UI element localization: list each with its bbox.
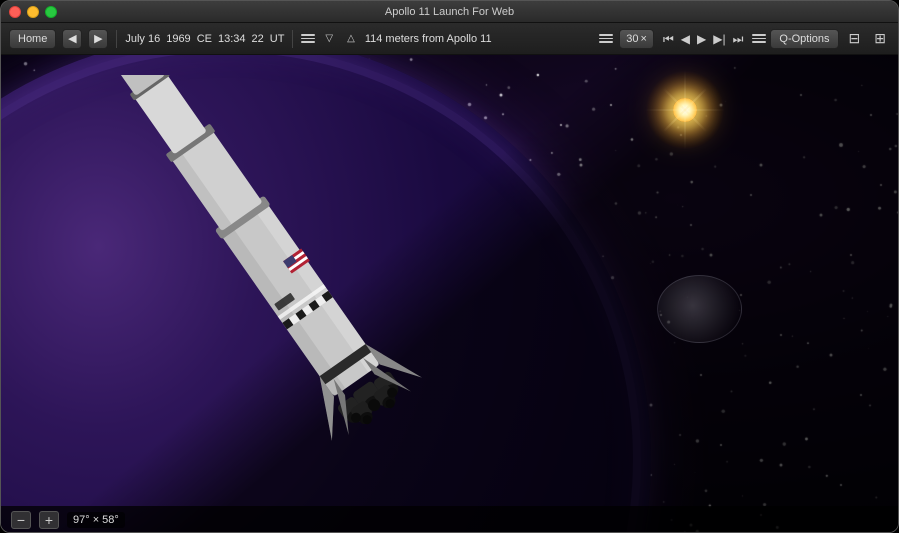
step-back-button[interactable]: ◀ xyxy=(678,31,693,47)
step-forward-button[interactable]: ▶| xyxy=(710,31,728,47)
zoom-out-button[interactable]: − xyxy=(11,511,31,529)
main-viewport[interactable]: − + 97° × 58° xyxy=(1,55,899,533)
time-offset-display: 22 xyxy=(252,33,264,45)
minus-icon: − xyxy=(17,513,25,527)
app-window: Apollo 11 Launch For Web Home ◀ ▶ July 1… xyxy=(0,0,899,533)
separator-2 xyxy=(292,30,293,48)
epoch-display: CE xyxy=(197,33,212,45)
separator-1 xyxy=(116,30,117,48)
fov-display: 97° × 58° xyxy=(67,512,125,528)
window-fullscreen-icon[interactable]: ⊞ xyxy=(870,28,890,49)
playback-controls: ⏮ ◀ ▶ ▶| ⏭ xyxy=(660,31,746,47)
fast-forward-button[interactable]: ⏭ xyxy=(730,31,747,47)
triangle-icon[interactable]: △ xyxy=(343,31,359,46)
minimize-button[interactable] xyxy=(27,6,39,18)
nav-back-button[interactable]: ◀ xyxy=(62,29,82,49)
plus-icon: + xyxy=(45,513,53,527)
date-display: July 16 xyxy=(125,33,160,45)
sun-ray-4 xyxy=(645,110,725,111)
time-display: 13:34 xyxy=(218,33,246,45)
traffic-lights xyxy=(9,6,57,18)
distance-display: 114 meters from Apollo 11 xyxy=(365,33,492,45)
statusbar: − + 97° × 58° xyxy=(1,506,899,533)
year-display: 1969 xyxy=(166,33,190,45)
arrow-right-icon: ▶ xyxy=(94,32,102,45)
home-button[interactable]: Home xyxy=(9,29,56,49)
settings-menu-icon[interactable] xyxy=(752,34,766,43)
zoom-value: 30 xyxy=(626,33,638,45)
va-icon[interactable]: ▽ xyxy=(321,31,337,46)
right-menu-icon[interactable] xyxy=(599,34,613,43)
rewind-button[interactable]: ⏮ xyxy=(660,31,677,47)
window-minimize-icon[interactable]: ⊟ xyxy=(845,28,865,49)
q-options-button[interactable]: Q-Options xyxy=(770,29,838,49)
arrow-left-icon: ◀ xyxy=(68,32,76,45)
maximize-button[interactable] xyxy=(45,6,57,18)
saturn-v-rocket xyxy=(1,75,651,533)
play-button[interactable]: ▶ xyxy=(694,31,709,47)
timezone-display: UT xyxy=(270,33,285,45)
nav-forward-button[interactable]: ▶ xyxy=(88,29,108,49)
menu-icon[interactable] xyxy=(301,34,315,43)
close-button[interactable] xyxy=(9,6,21,18)
toolbar-right: 30 × ⏮ ◀ ▶ ▶| ⏭ Q-Options ⊟ xyxy=(599,28,890,49)
zoom-control[interactable]: 30 × xyxy=(619,29,654,49)
window-title: Apollo 11 Launch For Web xyxy=(385,6,514,18)
zoom-in-button[interactable]: + xyxy=(39,511,59,529)
toolbar: Home ◀ ▶ July 16 1969 CE 13:34 22 UT ▽ △… xyxy=(1,23,898,55)
lens-flare-disc xyxy=(657,275,742,343)
zoom-unit: × xyxy=(641,33,647,45)
titlebar: Apollo 11 Launch For Web xyxy=(1,1,898,23)
